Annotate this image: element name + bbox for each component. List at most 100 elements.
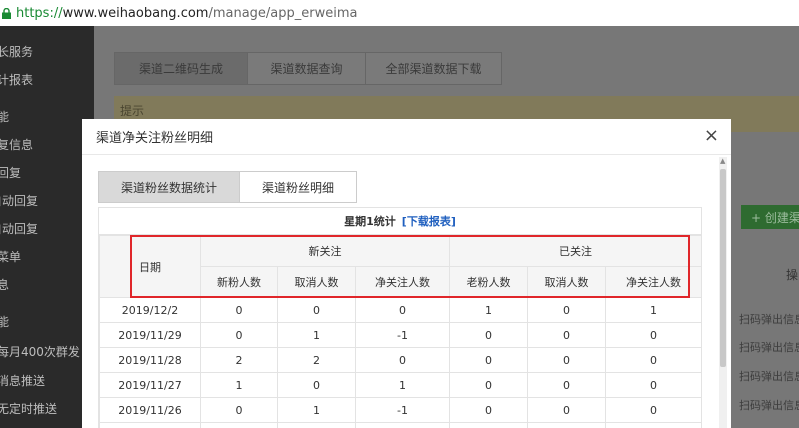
cell-date: 2019/12/2	[99, 297, 201, 323]
cell: 0	[527, 372, 607, 398]
sidebar-item[interactable]: 消息推送	[0, 372, 45, 389]
header-new-follow: 新关注	[199, 235, 451, 267]
table-row: 2019/11/29 0 1 -1 0 0 0	[99, 322, 703, 348]
cell	[277, 422, 356, 428]
sidebar-item[interactable]: 无定时推送	[0, 400, 57, 417]
table-row: 2019/11/26 0 1 -1 0 0 0	[99, 397, 703, 423]
cell: 0	[200, 322, 278, 348]
sidebar-item[interactable]: 计报表	[0, 71, 33, 88]
cell: 1	[354, 372, 451, 398]
cell: 0	[449, 372, 529, 398]
caption-text: 星期1统计	[344, 215, 396, 228]
cell-date: 2019/11/29	[99, 322, 201, 348]
cell	[527, 422, 607, 428]
address-bar[interactable]: https://www.weihaobang.com/manage/app_er…	[0, 0, 799, 26]
cell: 0	[277, 372, 356, 398]
close-icon[interactable]: ×	[704, 127, 719, 145]
sidebar-item[interactable]: 自动回复	[0, 220, 38, 237]
fan-detail-modal: 渠道净关注粉丝明细 × ▲ 渠道粉丝数据统计 渠道粉丝明细 星期1统计 [下载报…	[82, 119, 731, 428]
background-tabs: 渠道二维码生成 渠道数据查询 全部渠道数据下载	[114, 52, 502, 85]
cell: 0	[605, 347, 703, 373]
cell	[200, 422, 278, 428]
modal-tabs: 渠道粉丝数据统计 渠道粉丝明细	[98, 171, 357, 203]
cell: 0	[605, 322, 703, 348]
cell: 0	[527, 297, 607, 323]
tab-qr-generate[interactable]: 渠道二维码生成	[114, 52, 248, 85]
cell-date: 2019/11/28	[99, 347, 201, 373]
table-row: 2019/12/2 0 0 0 1 0 1	[99, 297, 703, 323]
table-row: 2019/11/28 2 2 0 0 0 0	[99, 347, 703, 373]
modal-title: 渠道净关注粉丝明细	[96, 131, 214, 146]
header-date: 日期	[99, 235, 201, 298]
table-row	[99, 422, 703, 428]
cell: 0	[354, 297, 451, 323]
cell: -1	[354, 322, 451, 348]
cell: 0	[200, 297, 278, 323]
tab-fan-detail[interactable]: 渠道粉丝明细	[240, 171, 357, 203]
header-cancel: 取消人数	[277, 266, 356, 298]
sidebar: 长服务 计报表 能 复信息 回复 自动回复 自动回复 菜单 息 能 每月400次…	[0, 26, 94, 428]
cell	[354, 422, 451, 428]
cell-date	[99, 422, 201, 428]
cell	[449, 422, 529, 428]
modal-header: 渠道净关注粉丝明细 ×	[82, 119, 731, 155]
sidebar-item[interactable]: 菜单	[0, 248, 21, 265]
cell: 0	[605, 397, 703, 423]
cell: 0	[527, 322, 607, 348]
lock-icon	[2, 7, 11, 19]
sidebar-item[interactable]: 每月400次群发	[0, 343, 80, 360]
cell-date: 2019/11/27	[99, 372, 201, 398]
sidebar-item[interactable]: 长服务	[0, 43, 33, 60]
row-action-link[interactable]: 扫码弹出信息	[739, 368, 799, 384]
cell: 1	[277, 397, 356, 423]
cell: 0	[605, 372, 703, 398]
cell: 2	[200, 347, 278, 373]
sidebar-item[interactable]: 复信息	[0, 136, 33, 153]
cell: 0	[200, 397, 278, 423]
stats-table: 星期1统计 [下载报表] 日期 新关注 已关注 新粉人数 取消人数 净关注人数 …	[98, 207, 703, 428]
cell: 1	[605, 297, 703, 323]
cell: 0	[449, 347, 529, 373]
table-row: 2019/11/27 1 0 1 0 0 0	[99, 372, 703, 398]
cell: 0	[449, 322, 529, 348]
sidebar-section: 能	[0, 110, 10, 124]
row-action-link[interactable]: 扫码弹出信息	[739, 339, 799, 355]
url-path: /manage/app_erweima	[208, 5, 358, 21]
header-old-fans: 老粉人数	[449, 266, 529, 298]
sidebar-section: 能	[0, 315, 10, 329]
tab-data-query[interactable]: 渠道数据查询	[248, 52, 366, 85]
scrollbar-thumb[interactable]	[720, 169, 726, 367]
table-caption: 星期1统计 [下载报表]	[99, 208, 701, 235]
cell: 1	[200, 372, 278, 398]
url-host: www.weihaobang.com	[62, 5, 209, 21]
operation-header: 操	[786, 268, 799, 282]
tab-fan-statistics[interactable]: 渠道粉丝数据统计	[98, 171, 240, 203]
cell	[605, 422, 703, 428]
row-action-link[interactable]: 扫码弹出信息	[739, 397, 799, 413]
sidebar-item[interactable]: 息	[0, 276, 9, 293]
cell: 1	[277, 322, 356, 348]
cell: -1	[354, 397, 451, 423]
tab-data-download[interactable]: 全部渠道数据下载	[366, 52, 502, 85]
create-channel-button[interactable]: + 创建渠	[741, 205, 799, 229]
cell: 2	[277, 347, 356, 373]
cell: 1	[449, 297, 529, 323]
cell: 0	[277, 297, 356, 323]
row-action-link[interactable]: 扫码弹出信息	[739, 311, 799, 327]
header-followed: 已关注	[449, 235, 703, 267]
modal-scrollbar[interactable]: ▲	[719, 157, 727, 428]
header-net-follow: 净关注人数	[605, 266, 703, 298]
header-cancel: 取消人数	[527, 266, 607, 298]
cell: 0	[354, 347, 451, 373]
sidebar-item[interactable]: 回复	[0, 164, 21, 181]
cell: 0	[449, 397, 529, 423]
download-report-link[interactable]: [下载报表]	[402, 213, 456, 229]
cell: 0	[527, 397, 607, 423]
header-new-fans: 新粉人数	[200, 266, 278, 298]
cell: 0	[527, 347, 607, 373]
header-net-follow: 净关注人数	[354, 266, 451, 298]
tip-label: 提示	[120, 104, 145, 118]
cell-date: 2019/11/26	[99, 397, 201, 423]
sidebar-item[interactable]: 自动回复	[0, 192, 38, 209]
scroll-up-icon[interactable]: ▲	[720, 157, 725, 165]
